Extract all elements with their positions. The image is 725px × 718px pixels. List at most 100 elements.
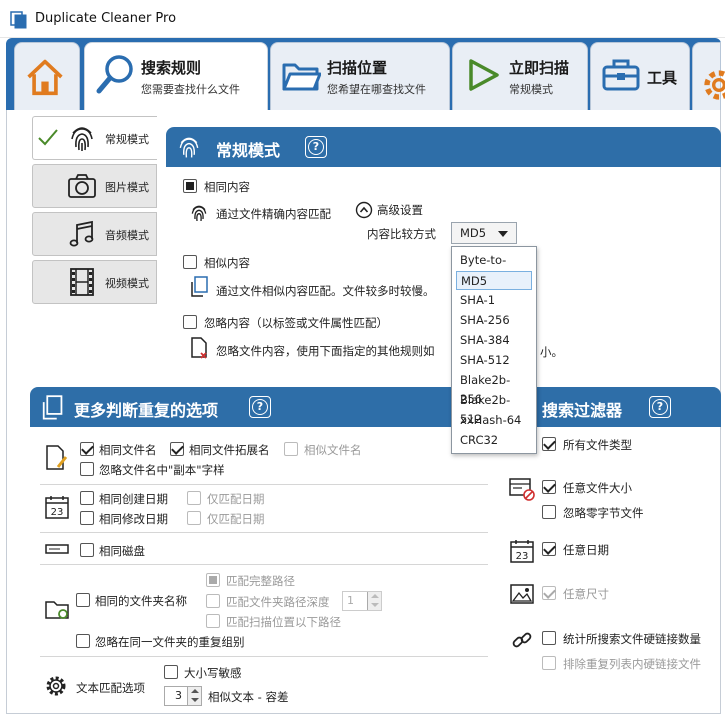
calendar-icon: 23 — [510, 540, 534, 563]
count-hardlinks-checkbox[interactable] — [542, 631, 556, 645]
ignore-content-label: 忽略内容（以标签或文件属性匹配） — [204, 316, 388, 330]
similar-filename-checkbox[interactable] — [284, 442, 298, 456]
filters-header: 搜索过滤器 ? — [508, 387, 721, 427]
all-file-types-checkbox[interactable] — [542, 437, 556, 451]
compare-method-dropdown[interactable]: Byte-to-ByteMD5SHA-1SHA-256SHA-384SHA-51… — [451, 246, 537, 454]
tab-settings[interactable] — [692, 42, 725, 110]
ignore-same-folder-checkbox[interactable] — [76, 634, 90, 648]
dropdown-option[interactable]: SHA-1 — [456, 291, 532, 310]
help-icon: ? — [652, 399, 668, 415]
mode-regular[interactable]: 常规模式 — [32, 116, 157, 160]
same-content-radio[interactable] — [183, 179, 197, 193]
music-note-icon — [69, 220, 94, 247]
ignore-content-radio[interactable] — [183, 315, 197, 329]
tab-home[interactable] — [14, 42, 80, 110]
tab-scan-now[interactable]: 立即扫描 常规模式 — [452, 42, 588, 110]
dropdown-option[interactable]: MD5 — [456, 271, 532, 290]
gear-icon — [704, 70, 725, 100]
panel-title: 搜索过滤器 — [542, 401, 623, 420]
ignore-zero-byte-checkbox[interactable] — [542, 505, 556, 519]
exclude-hardlinks-checkbox[interactable] — [542, 656, 556, 670]
panel-title: 常规模式 — [216, 141, 281, 160]
tab-title: 立即扫描 — [509, 59, 570, 77]
file-size-icon — [509, 478, 535, 501]
file-rename-icon — [46, 445, 68, 470]
match-full-path-label: 匹配完整路径 — [226, 574, 295, 588]
svg-text:23: 23 — [51, 507, 64, 518]
ignore-copy-label: 忽略文件名中"副本"字样 — [99, 463, 225, 477]
count-hardlinks-label: 统计所搜索文件硬链接数量 — [563, 632, 701, 646]
match-below-radio[interactable] — [206, 614, 220, 628]
dropdown-option[interactable]: Byte-to-Byte — [456, 251, 532, 286]
toolbox-icon — [602, 59, 640, 91]
dropdown-option[interactable]: SHA-512 — [456, 351, 532, 370]
chevron-up-circle-icon[interactable] — [355, 201, 373, 219]
same-created-checkbox[interactable] — [80, 491, 94, 505]
dropdown-option[interactable]: Blake2b-512 — [456, 391, 532, 426]
any-date-checkbox[interactable] — [542, 542, 556, 556]
any-dimension-checkbox[interactable] — [542, 586, 556, 600]
fingerprint-icon — [71, 127, 93, 151]
tab-subtitle: 常规模式 — [509, 83, 553, 96]
created-date-only-checkbox[interactable] — [187, 491, 201, 505]
dropdown-option[interactable]: CRC32 — [456, 431, 532, 450]
similar-content-desc: 通过文件相似内容匹配。文件较多时较慢。 — [216, 284, 435, 298]
tab-tools[interactable]: 工具 — [590, 42, 690, 110]
help-icon: ? — [308, 139, 324, 155]
same-filename-checkbox[interactable] — [80, 442, 94, 456]
help-button[interactable]: ? — [305, 136, 327, 158]
tab-title: 搜索规则 — [141, 59, 202, 77]
ignore-content-desc: 忽略文件内容，使用下面指定的其他规则如 — [216, 344, 435, 358]
divider — [40, 564, 488, 565]
dropdown-option[interactable]: xxHash-64 — [456, 411, 532, 430]
tab-search-rules[interactable]: 搜索规则 您需要查找什么文件 — [84, 42, 268, 112]
checkmark-icon — [38, 129, 58, 146]
same-folder-name-checkbox[interactable] — [76, 593, 90, 607]
tab-scan-location[interactable]: 扫描位置 您希望在哪查找文件 — [270, 42, 450, 110]
regular-mode-header: 常规模式 ? — [166, 127, 721, 167]
text-match-label: 文本匹配选项 — [76, 681, 145, 695]
chevron-down-icon — [498, 231, 508, 237]
case-sensitive-checkbox[interactable] — [164, 665, 178, 679]
any-size-label: 任意文件大小 — [563, 481, 632, 495]
panel-title: 更多判断重复的选项 — [74, 401, 219, 420]
compare-method-select[interactable]: MD5 — [451, 222, 517, 244]
home-icon — [27, 59, 63, 96]
mode-label: 视频模式 — [105, 277, 149, 290]
divider — [40, 532, 488, 533]
any-size-checkbox[interactable] — [542, 480, 556, 494]
mode-label: 图片模式 — [105, 181, 149, 194]
modified-date-only-checkbox[interactable] — [187, 511, 201, 525]
dropdown-option[interactable]: Blake2b-256 — [456, 371, 532, 406]
dropdown-option[interactable]: SHA-384 — [456, 331, 532, 350]
ignore-content-desc-tail: 小。 — [540, 345, 563, 359]
folder-search-icon — [45, 601, 69, 619]
file-excluded-icon — [191, 337, 207, 359]
stepper-buttons[interactable] — [187, 687, 201, 705]
mode-audio[interactable]: 音频模式 — [32, 212, 157, 256]
ignore-copy-checkbox[interactable] — [80, 462, 94, 476]
advanced-settings-toggle[interactable]: 高级设置 — [377, 202, 423, 218]
help-button[interactable]: ? — [249, 396, 271, 418]
mode-image[interactable]: 图片模式 — [32, 164, 157, 208]
play-icon — [469, 59, 499, 91]
help-button[interactable]: ? — [649, 396, 671, 418]
same-disk-checkbox[interactable] — [80, 543, 94, 557]
stepper-buttons[interactable] — [367, 592, 381, 610]
modified-date-only-label: 仅匹配日期 — [207, 512, 265, 526]
dropdown-option[interactable]: SHA-256 — [456, 311, 532, 330]
ignore-same-folder-label: 忽略在同一文件夹的重复组别 — [95, 635, 245, 649]
match-path-depth-radio[interactable] — [206, 594, 220, 608]
match-full-path-radio[interactable] — [206, 573, 220, 587]
same-extension-label: 相同文件拓展名 — [189, 443, 270, 457]
path-depth-stepper[interactable]: 1 — [342, 591, 382, 611]
case-sensitive-label: 大小写敏感 — [184, 666, 242, 680]
mode-video[interactable]: 视频模式 — [32, 260, 157, 304]
same-modified-checkbox[interactable] — [80, 511, 94, 525]
same-extension-checkbox[interactable] — [170, 442, 184, 456]
ignore-zero-byte-label: 忽略零字节文件 — [563, 506, 644, 520]
window-title: Duplicate Cleaner Pro — [35, 11, 177, 26]
similar-content-radio[interactable] — [183, 255, 197, 269]
similar-text-label: 相似文本 - 容差 — [208, 690, 289, 704]
similar-text-stepper[interactable]: 3 — [164, 686, 202, 706]
